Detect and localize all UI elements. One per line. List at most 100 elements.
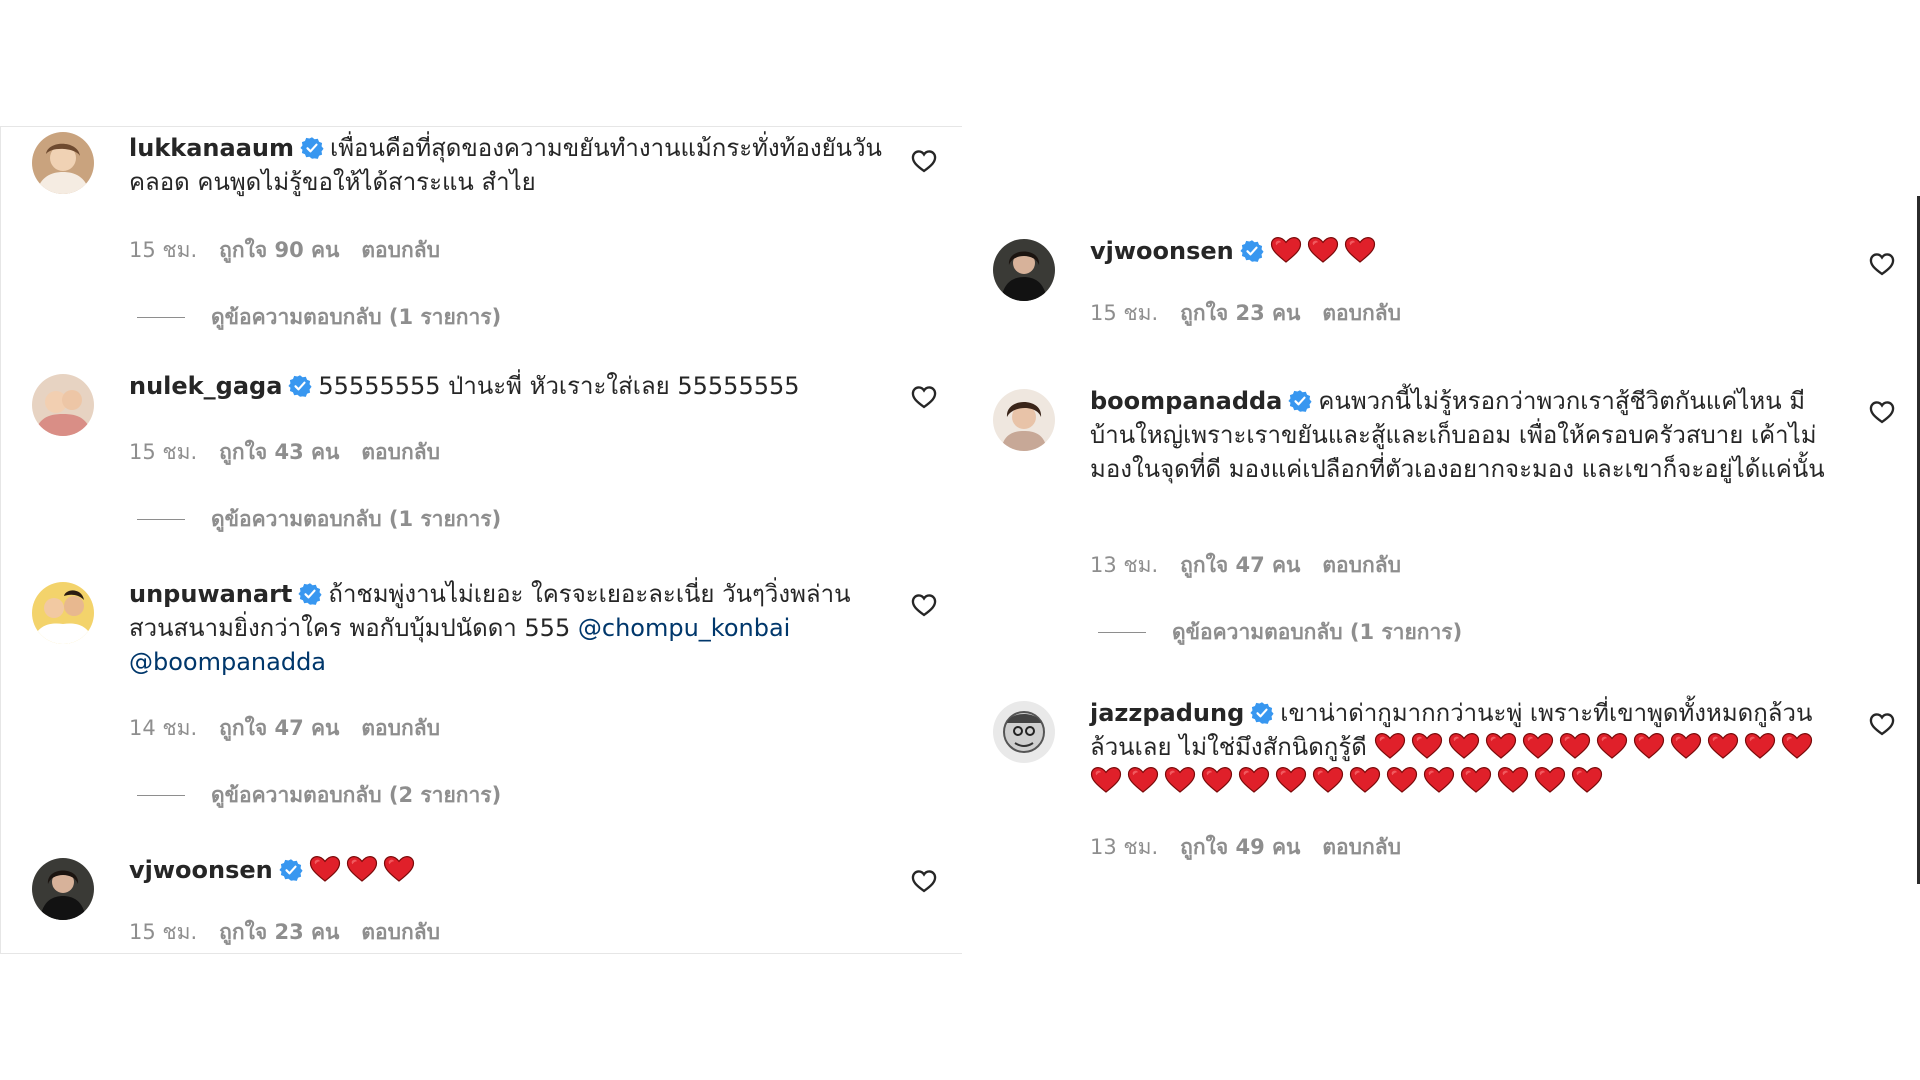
avatar[interactable] xyxy=(32,858,94,920)
avatar[interactable] xyxy=(32,582,94,644)
comment-meta: 13 ชม. ถูกใจ 49 คน ตอบกลับ xyxy=(1090,831,1423,864)
red-heart-emoji xyxy=(1423,766,1455,794)
like-count[interactable]: ถูกใจ 90 คน xyxy=(219,238,339,262)
red-heart-emoji xyxy=(1707,732,1739,760)
comment-time: 15 ชม. xyxy=(1090,301,1159,325)
comment-time: 15 ชม. xyxy=(129,238,198,262)
heart-outline-icon xyxy=(910,147,938,175)
red-heart-emoji xyxy=(1744,732,1776,760)
red-heart-emoji xyxy=(1596,732,1628,760)
comment-body: jazzpadung เขาน่าด่ากูมากกว่านะพู่ เพราะท… xyxy=(1090,696,1848,798)
like-count[interactable]: ถูกใจ 43 คน xyxy=(219,440,339,464)
view-replies-button[interactable]: ดูข้อความตอบกลับ (2 รายการ) xyxy=(137,779,501,812)
reply-button[interactable]: ตอบกลับ xyxy=(1322,553,1401,577)
reply-button[interactable]: ตอบกลับ xyxy=(361,716,440,740)
comment-time: 14 ชม. xyxy=(129,716,198,740)
red-heart-emoji xyxy=(1238,766,1270,794)
red-heart-emoji xyxy=(1270,236,1302,264)
verified-badge-icon xyxy=(300,136,324,160)
reply-button[interactable]: ตอบกลับ xyxy=(361,920,440,944)
avatar[interactable] xyxy=(993,239,1055,301)
view-replies-button[interactable]: ดูข้อความตอบกลับ (1 รายการ) xyxy=(137,503,501,536)
username[interactable]: jazzpadung xyxy=(1090,699,1244,727)
red-heart-emoji xyxy=(1127,766,1159,794)
reply-button[interactable]: ตอบกลับ xyxy=(361,238,440,262)
username[interactable]: nulek_gaga xyxy=(129,372,282,400)
red-heart-emoji xyxy=(1275,766,1307,794)
view-replies-label: ดูข้อความตอบกลับ (1 รายการ) xyxy=(1172,620,1463,644)
avatar[interactable] xyxy=(32,132,94,194)
comment-body: lukkanaaum เพื่อนคือที่สุดของความขยันทำงา… xyxy=(129,131,887,199)
reply-button[interactable]: ตอบกลับ xyxy=(361,440,440,464)
replies-divider xyxy=(1098,632,1146,633)
like-button[interactable] xyxy=(910,383,938,411)
red-heart-emoji xyxy=(1090,766,1122,794)
comments-panel-left: lukkanaaum เพื่อนคือที่สุดของความขยันทำงา… xyxy=(0,126,962,954)
like-count[interactable]: ถูกใจ 23 คน xyxy=(219,920,339,944)
username[interactable]: lukkanaaum xyxy=(129,134,294,162)
comment-text: 55555555 ป่านะพี่ หัวเราะใส่เลย 55555555 xyxy=(318,372,800,400)
red-heart-emoji xyxy=(1559,732,1591,760)
comment-body: vjwoonsen xyxy=(1090,234,1848,268)
red-heart-emoji xyxy=(1374,732,1406,760)
like-button[interactable] xyxy=(1868,398,1896,426)
comments-panel-right: vjwoonsen 15 ชม. ถูกใจ 23 คน ตอบกลับ boomp… xyxy=(962,126,1920,954)
username[interactable]: unpuwanart xyxy=(129,580,292,608)
verified-badge-icon xyxy=(1240,239,1264,263)
heart-outline-icon xyxy=(1868,398,1896,426)
red-heart-emoji xyxy=(1670,732,1702,760)
comment-meta: 15 ชม. ถูกใจ 23 คน ตอบกลับ xyxy=(129,916,462,949)
red-heart-emoji xyxy=(1411,732,1443,760)
mention-link[interactable]: @boompanadda xyxy=(129,648,326,676)
mention-link[interactable]: @chompu_konbai xyxy=(578,614,790,642)
heart-outline-icon xyxy=(910,591,938,619)
avatar[interactable] xyxy=(32,374,94,436)
comment-time: 13 ชม. xyxy=(1090,835,1159,859)
heart-emoji-group xyxy=(309,856,420,884)
red-heart-emoji xyxy=(1344,236,1376,264)
heart-outline-icon xyxy=(1868,710,1896,738)
view-replies-label: ดูข้อความตอบกลับ (2 รายการ) xyxy=(211,783,502,807)
verified-badge-icon xyxy=(288,374,312,398)
red-heart-emoji xyxy=(1534,766,1566,794)
red-heart-emoji xyxy=(1497,766,1529,794)
red-heart-emoji xyxy=(309,855,341,883)
red-heart-emoji xyxy=(1386,766,1418,794)
red-heart-emoji xyxy=(1349,766,1381,794)
red-heart-emoji xyxy=(1164,766,1196,794)
comment-meta: 15 ชม. ถูกใจ 23 คน ตอบกลับ xyxy=(1090,297,1423,330)
verified-badge-icon xyxy=(1250,701,1274,725)
avatar[interactable] xyxy=(993,701,1055,763)
red-heart-emoji xyxy=(1312,766,1344,794)
red-heart-emoji xyxy=(1522,732,1554,760)
red-heart-emoji xyxy=(1781,732,1813,760)
comment-time: 13 ชม. xyxy=(1090,553,1159,577)
like-button[interactable] xyxy=(1868,710,1896,738)
like-button[interactable] xyxy=(1868,250,1896,278)
verified-badge-icon xyxy=(279,858,303,882)
view-replies-label: ดูข้อความตอบกลับ (1 รายการ) xyxy=(211,507,502,531)
like-button[interactable] xyxy=(910,591,938,619)
username[interactable]: vjwoonsen xyxy=(1090,237,1234,265)
comment-meta: 14 ชม. ถูกใจ 47 คน ตอบกลับ xyxy=(129,712,462,745)
like-count[interactable]: ถูกใจ 47 คน xyxy=(219,716,339,740)
reply-button[interactable]: ตอบกลับ xyxy=(1322,835,1401,859)
username[interactable]: boompanadda xyxy=(1090,387,1282,415)
heart-emoji-group xyxy=(1270,237,1381,265)
like-count[interactable]: ถูกใจ 23 คน xyxy=(1180,301,1300,325)
red-heart-emoji xyxy=(1460,766,1492,794)
view-replies-button[interactable]: ดูข้อความตอบกลับ (1 รายการ) xyxy=(1098,616,1462,649)
view-replies-button[interactable]: ดูข้อความตอบกลับ (1 รายการ) xyxy=(137,301,501,334)
avatar[interactable] xyxy=(993,389,1055,451)
like-count[interactable]: ถูกใจ 47 คน xyxy=(1180,553,1300,577)
username[interactable]: vjwoonsen xyxy=(129,856,273,884)
comment-body: nulek_gaga 55555555 ป่านะพี่ หัวเราะใส่เล… xyxy=(129,369,887,403)
replies-divider xyxy=(137,317,185,318)
verified-badge-icon xyxy=(298,582,322,606)
like-count[interactable]: ถูกใจ 49 คน xyxy=(1180,835,1300,859)
like-button[interactable] xyxy=(910,147,938,175)
like-button[interactable] xyxy=(910,867,938,895)
reply-button[interactable]: ตอบกลับ xyxy=(1322,301,1401,325)
red-heart-emoji xyxy=(383,855,415,883)
comment-meta: 15 ชม. ถูกใจ 90 คน ตอบกลับ xyxy=(129,234,462,267)
